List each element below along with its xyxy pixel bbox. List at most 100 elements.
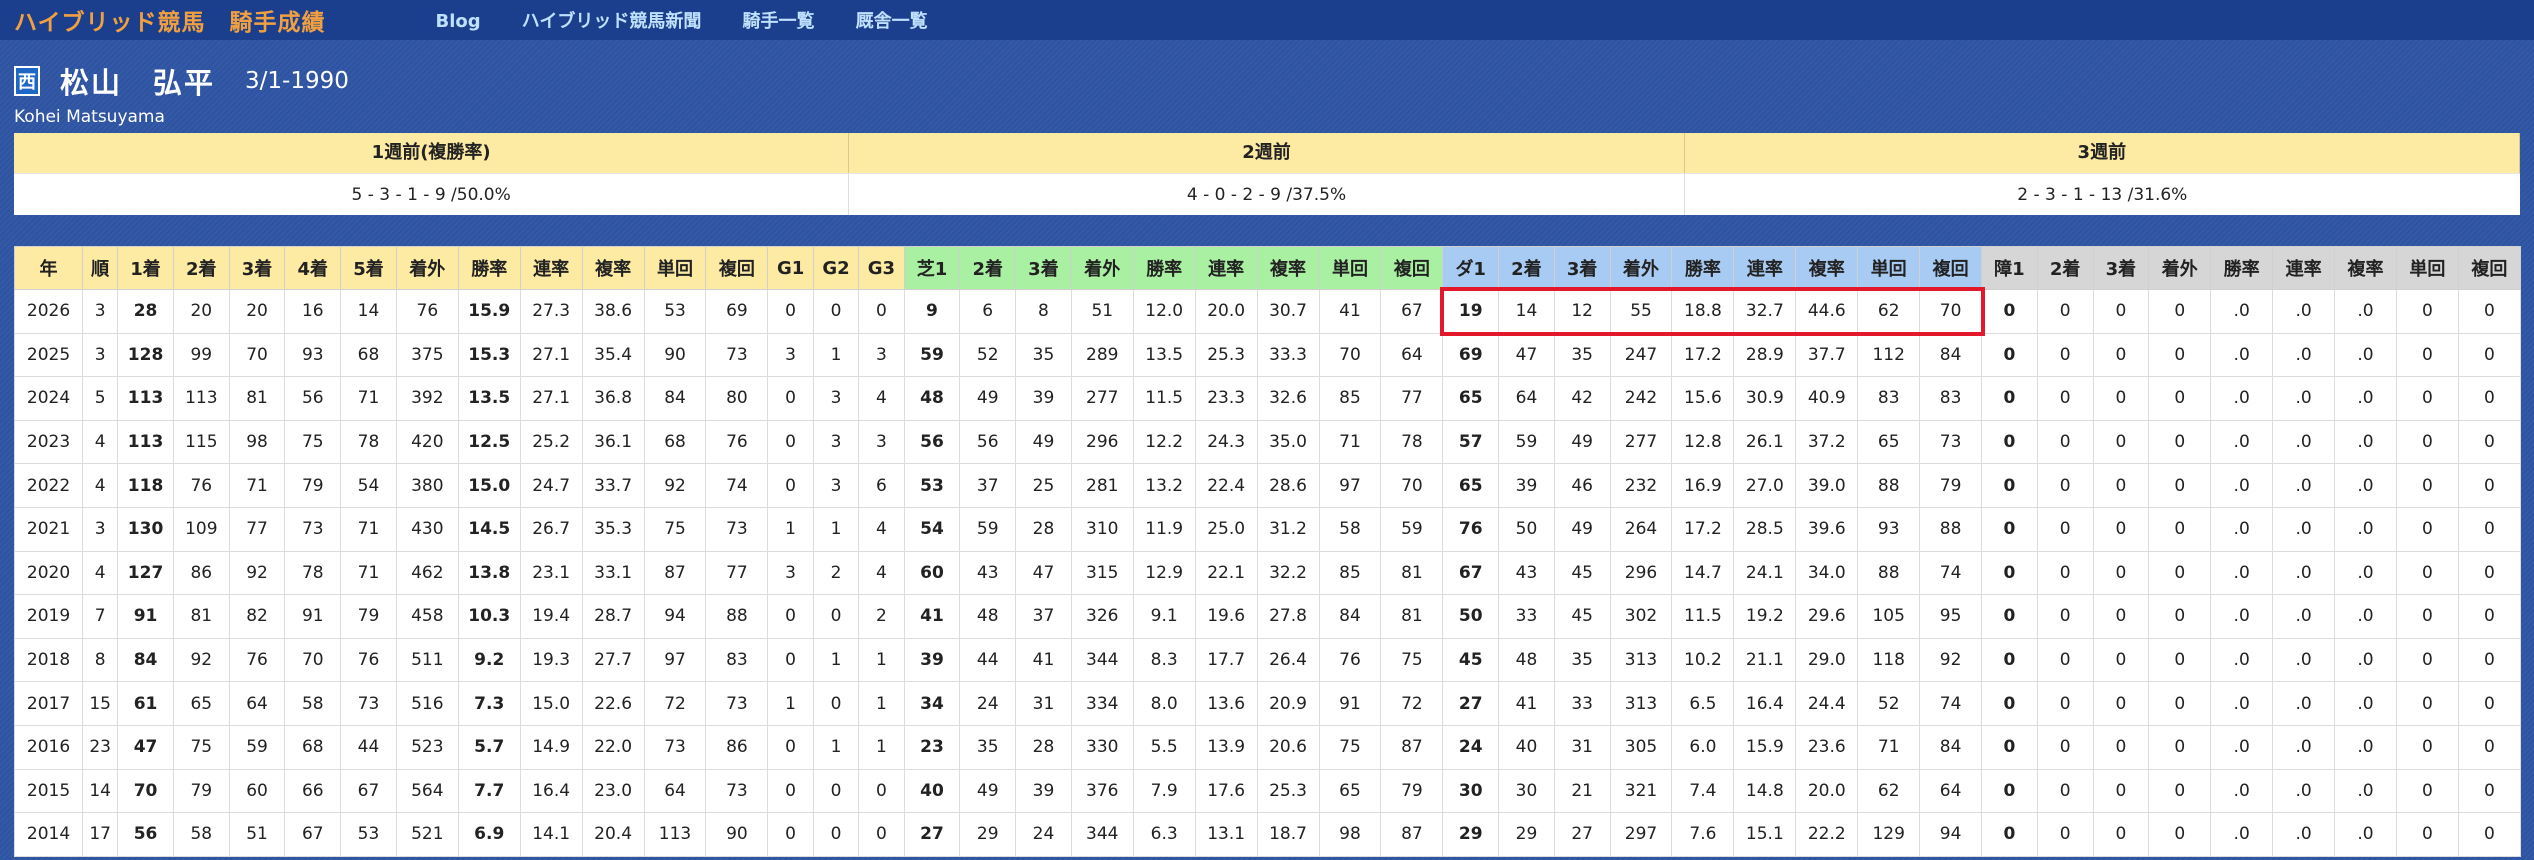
col-header-dirt-33[interactable]: 複回 (1919, 246, 1983, 290)
stat-cell: .0 (2272, 289, 2336, 334)
stats-header-row: 年順 1着 2着 3着 4着 5着 着外 勝率 連率 複率 単回 複回 G1 G2 G3 芝1 2着 3着 着外 勝率… (13, 246, 2521, 290)
col-header-all-5[interactable]: 4着 (284, 246, 342, 290)
nav-stable-list-link[interactable]: 厩舎一覧 (856, 11, 928, 32)
stat-cell: 7.3 (457, 681, 521, 726)
col-header-turf-24[interactable]: 複回 (1380, 246, 1444, 290)
stats-body: 2026 3 28 20 20 16 14 76 15.9 27.3 38.6 53 69 0 0 0 9 6 8 5… (13, 289, 2521, 857)
col-header-dirt-32[interactable]: 単回 (1857, 246, 1921, 290)
col-header-turf-18[interactable]: 3着 (1015, 246, 1072, 290)
stat-cell: 34.0 (1795, 550, 1859, 596)
col-header-turf-19[interactable]: 着外 (1070, 246, 1134, 290)
col-header-all-10[interactable]: 複率 (581, 246, 645, 290)
col-header-obstacle-42[interactable]: 複回 (2457, 246, 2521, 290)
col-header-obstacle-38[interactable]: 勝率 (2210, 246, 2274, 290)
stat-cell: 1 (858, 637, 905, 683)
col-header-all-15[interactable]: G3 (858, 246, 905, 290)
stat-cell: 90 (643, 332, 707, 378)
col-header-all-2[interactable]: 1着 (117, 246, 174, 290)
col-header-dirt-25[interactable]: ダ1 (1442, 246, 1500, 290)
col-header-dirt-30[interactable]: 連率 (1733, 246, 1797, 290)
col-header-obstacle-37[interactable]: 着外 (2148, 246, 2212, 290)
nav-newspaper-link[interactable]: ハイブリッド競馬新聞 (522, 11, 702, 32)
col-header-obstacle-35[interactable]: 2着 (2036, 246, 2094, 290)
stat-cell: 54 (340, 463, 397, 508)
year-cell: 2021 (13, 506, 84, 552)
col-header-all-14[interactable]: G2 (812, 246, 860, 290)
col-header-all-12[interactable]: 複回 (705, 246, 769, 290)
stat-cell: 84 (643, 376, 707, 421)
col-header-dirt-31[interactable]: 複率 (1795, 246, 1859, 290)
stat-cell: .0 (2272, 594, 2336, 639)
col-header-turf-16[interactable]: 芝1 (903, 246, 961, 290)
col-header-obstacle-36[interactable]: 3着 (2092, 246, 2150, 290)
stat-cell: 47 (117, 724, 174, 770)
col-header-all-13[interactable]: G1 (767, 246, 814, 290)
year-cell: 2026 (13, 289, 84, 334)
stat-cell: 289 (1070, 332, 1134, 378)
col-header-dirt-27[interactable]: 3着 (1553, 246, 1611, 290)
stat-cell: 9.2 (457, 637, 521, 683)
col-header-all-0[interactable]: 年 (13, 246, 84, 290)
col-header-dirt-29[interactable]: 勝率 (1671, 246, 1735, 290)
col-header-all-11[interactable]: 単回 (643, 246, 707, 290)
col-header-all-8[interactable]: 勝率 (457, 246, 521, 290)
col-header-all-7[interactable]: 着外 (395, 246, 459, 290)
nav-jockey-list-link[interactable]: 騎手一覧 (743, 11, 815, 32)
col-header-turf-21[interactable]: 連率 (1194, 246, 1258, 290)
stat-cell: 564 (395, 768, 459, 814)
stat-cell: 81 (1380, 594, 1444, 639)
col-header-obstacle-40[interactable]: 複率 (2334, 246, 2397, 290)
stat-cell: 84 (1318, 594, 1382, 639)
col-header-dirt-28[interactable]: 着外 (1609, 246, 1673, 290)
col-header-all-9[interactable]: 連率 (519, 246, 583, 290)
stat-cell: 65 (1318, 768, 1382, 814)
year-cell: 2023 (13, 419, 84, 465)
col-header-all-3[interactable]: 2着 (172, 246, 230, 290)
col-header-turf-20[interactable]: 勝率 (1132, 246, 1196, 290)
stat-cell: 41 (1015, 637, 1072, 683)
stat-cell: 94 (1919, 812, 1983, 857)
stat-cell: 40.9 (1795, 376, 1859, 421)
stat-cell: 0 (2092, 681, 2150, 726)
col-header-dirt-26[interactable]: 2着 (1498, 246, 1555, 290)
stat-cell: 0 (2092, 332, 2150, 378)
stat-cell: 76 (1442, 506, 1500, 552)
region-badge: 西 (14, 66, 40, 96)
stat-cell: .0 (2334, 289, 2397, 334)
col-header-obstacle-39[interactable]: 連率 (2272, 246, 2336, 290)
col-header-turf-17[interactable]: 2着 (959, 246, 1017, 290)
stat-cell: 71 (340, 506, 397, 552)
stat-cell: 5 (82, 376, 119, 421)
stat-cell: .0 (2272, 463, 2336, 508)
stat-cell: 0 (2395, 506, 2459, 552)
stat-cell: 0 (2036, 376, 2094, 421)
stat-cell: 64 (1380, 332, 1444, 378)
stat-cell: 15.9 (1733, 724, 1797, 770)
nav-blog-link[interactable]: Blog (436, 11, 481, 32)
stat-cell: 35.3 (581, 506, 645, 552)
stat-cell: 28.7 (581, 594, 645, 639)
col-header-all-4[interactable]: 3着 (228, 246, 286, 290)
stat-cell: 91 (117, 594, 174, 639)
col-header-all-6[interactable]: 5着 (340, 246, 397, 290)
stat-cell: 56 (117, 812, 174, 857)
stat-cell: .0 (2210, 724, 2274, 770)
stat-cell: 0 (767, 724, 814, 770)
stat-cell: 321 (1609, 768, 1673, 814)
col-header-all-1[interactable]: 順 (82, 246, 119, 290)
stat-cell: 22.1 (1194, 550, 1258, 596)
year-cell: 2022 (13, 463, 84, 508)
stat-cell: 20.0 (1194, 289, 1258, 334)
col-header-turf-23[interactable]: 単回 (1318, 246, 1382, 290)
stat-cell: 73 (643, 724, 707, 770)
stat-cell: 50 (1498, 506, 1555, 552)
stat-cell: 33.7 (581, 463, 645, 508)
col-header-obstacle-41[interactable]: 単回 (2395, 246, 2459, 290)
stat-cell: 0 (2092, 724, 2150, 770)
col-header-obstacle-34[interactable]: 障1 (1981, 246, 2038, 290)
stat-cell: 15.0 (457, 463, 521, 508)
stat-cell: 3 (812, 419, 860, 465)
stat-cell: 127 (117, 550, 174, 596)
col-header-turf-22[interactable]: 複率 (1256, 246, 1320, 290)
site-title[interactable]: ハイブリッド競馬 騎手成績 (14, 3, 326, 37)
